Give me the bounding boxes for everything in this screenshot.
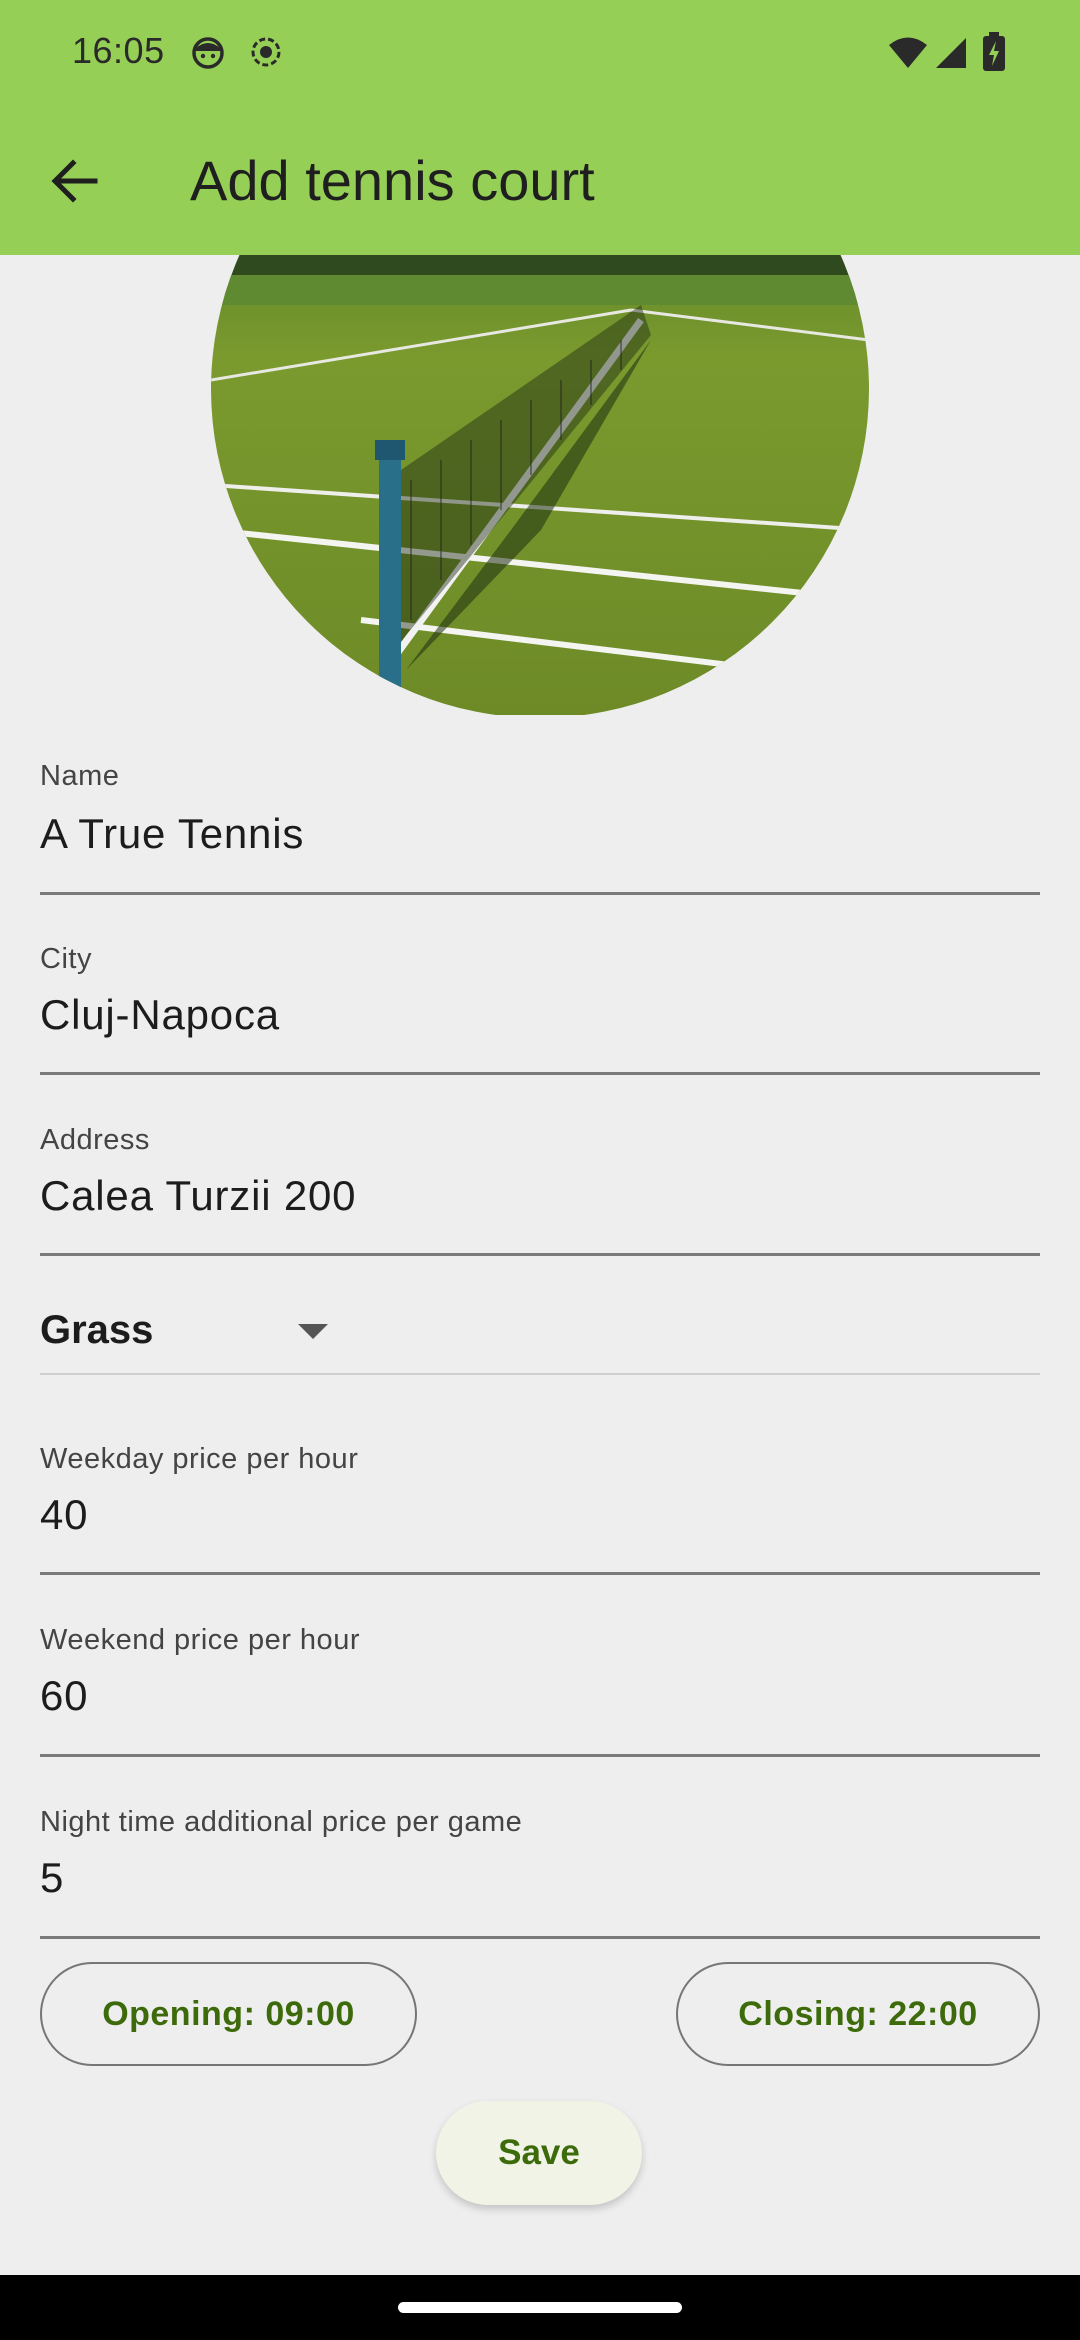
address-input[interactable]: Calea Turzii 200 bbox=[40, 1172, 356, 1220]
name-label: Name bbox=[40, 760, 120, 792]
arrow-left-icon bbox=[51, 158, 99, 208]
closing-time-button[interactable]: Closing: 22:00 bbox=[676, 1962, 1040, 2066]
name-field[interactable]: Name A True Tennis bbox=[40, 715, 1040, 895]
status-bar: 16:05 bbox=[0, 0, 1080, 108]
battery-charging-icon bbox=[982, 32, 1006, 77]
status-time: 16:05 bbox=[72, 30, 165, 71]
address-label: Address bbox=[40, 1124, 150, 1156]
app-bar: Add tennis court bbox=[0, 108, 1080, 255]
save-button[interactable]: Save bbox=[436, 2101, 642, 2205]
weekday-price-field[interactable]: Weekday price per hour 40 bbox=[40, 1395, 1040, 1575]
weekday-price-label: Weekday price per hour bbox=[40, 1443, 359, 1475]
surface-selected: Grass bbox=[40, 1308, 154, 1352]
back-button[interactable] bbox=[30, 138, 120, 228]
page-title: Add tennis court bbox=[190, 149, 595, 212]
weekend-price-input[interactable]: 60 bbox=[40, 1672, 88, 1720]
weekday-price-input[interactable]: 40 bbox=[40, 1491, 88, 1539]
night-price-label: Night time additional price per game bbox=[40, 1806, 523, 1838]
caret-down-icon bbox=[298, 1324, 328, 1345]
wifi-icon bbox=[888, 36, 928, 75]
system-nav-bar bbox=[0, 2275, 1080, 2340]
weekend-price-label: Weekend price per hour bbox=[40, 1624, 360, 1656]
address-field[interactable]: Address Calea Turzii 200 bbox=[40, 1076, 1040, 1256]
signal-icon bbox=[934, 36, 968, 75]
city-label: City bbox=[40, 943, 92, 975]
court-image[interactable] bbox=[211, 255, 869, 715]
record-icon bbox=[248, 34, 284, 75]
court-image-area bbox=[0, 255, 1080, 715]
city-input[interactable]: Cluj-Napoca bbox=[40, 991, 280, 1039]
name-input[interactable]: A True Tennis bbox=[40, 810, 304, 858]
top-bar-background: 16:05 Add tennis court bbox=[0, 0, 1080, 255]
opening-time-button[interactable]: Opening: 09:00 bbox=[40, 1962, 417, 2066]
night-price-field[interactable]: Night time additional price per game 5 bbox=[40, 1758, 1040, 1939]
surface-dropdown[interactable]: Grass bbox=[40, 1260, 1040, 1375]
weekend-price-field[interactable]: Weekend price per hour 60 bbox=[40, 1576, 1040, 1757]
city-field[interactable]: City Cluj-Napoca bbox=[40, 895, 1040, 1075]
android-face-icon bbox=[190, 34, 226, 75]
home-gesture-handle[interactable] bbox=[398, 2302, 682, 2313]
night-price-input[interactable]: 5 bbox=[40, 1854, 64, 1902]
